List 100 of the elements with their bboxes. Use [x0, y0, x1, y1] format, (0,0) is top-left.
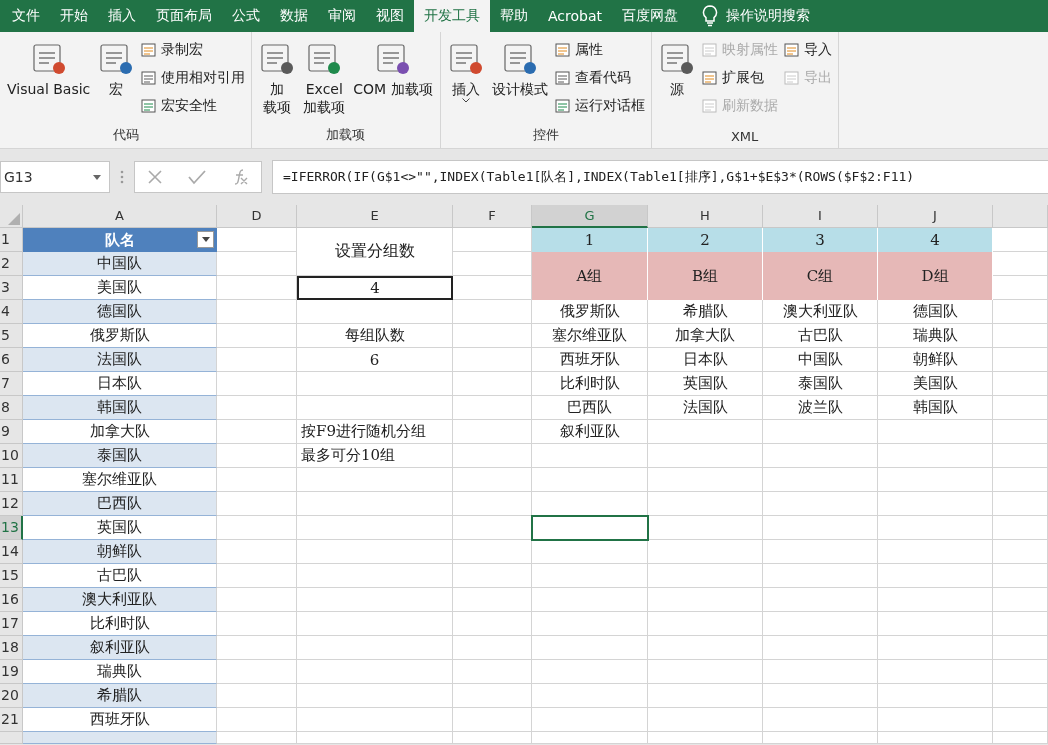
table-cell: 泰国队 — [23, 444, 217, 468]
ribbon-button[interactable]: 使用相对引用 — [139, 66, 248, 90]
formula-field[interactable]: =IFERROR(IF(G$1<>"",INDEX(Table1[队名],INDEX(Table1[排序],G$1+$E$3*(ROWS($F$2:F11) — [272, 160, 1048, 194]
row-header[interactable]: 11 — [0, 468, 23, 492]
table-cell: 波兰队 — [763, 396, 878, 420]
grid-cell — [993, 372, 1048, 396]
row-header[interactable]: 2 — [0, 252, 23, 276]
ribbon-button[interactable]: Excel 加载项 — [300, 36, 349, 126]
grid-cell — [993, 468, 1048, 492]
column-header[interactable]: I — [763, 205, 878, 228]
ribbon-button[interactable]: 加 载项 — [256, 36, 299, 126]
column-header[interactable]: H — [648, 205, 763, 228]
row-header[interactable]: 7 — [0, 372, 23, 396]
ribbon-tab[interactable]: 插入 — [98, 0, 146, 32]
table-cell: 泰国队 — [763, 372, 878, 396]
ribbon-button[interactable]: Visual Basic — [4, 36, 94, 126]
table-cell: 俄罗斯队 — [532, 300, 648, 324]
tool-icon — [701, 70, 718, 86]
table-cell: 比利时队 — [532, 372, 648, 396]
ribbon-button[interactable]: 属性 — [552, 38, 647, 62]
tool-icon — [554, 70, 571, 86]
ribbon-tab[interactable]: 审阅 — [318, 0, 366, 32]
tool-icon — [141, 70, 158, 86]
ribbon-tab[interactable]: 百度网盘 — [612, 0, 688, 32]
ribbon-button[interactable]: 设计模式 — [488, 36, 551, 126]
column-header[interactable]: G — [532, 205, 648, 228]
search-hint[interactable]: 操作说明搜索 — [726, 7, 810, 25]
ribbon-button[interactable]: 插入 — [444, 36, 487, 126]
ribbon-button[interactable]: 源 — [655, 36, 698, 129]
table-cell: 希腊队 — [648, 300, 763, 324]
row-header[interactable]: 6 — [0, 348, 23, 372]
cancel-icon[interactable] — [147, 169, 164, 185]
row-header[interactable]: 3 — [0, 276, 23, 300]
ribbon-button[interactable]: 扩展包 — [699, 66, 780, 90]
row-header[interactable] — [0, 732, 23, 744]
row-header[interactable]: 9 — [0, 420, 23, 444]
ribbon-tab[interactable]: 视图 — [366, 0, 414, 32]
table-cell: 塞尔维亚队 — [532, 324, 648, 348]
row-header[interactable]: 20 — [0, 684, 23, 708]
ribbon-button[interactable]: 查看代码 — [552, 66, 647, 90]
ribbon-tab[interactable]: Acrobat — [538, 0, 612, 32]
row-header[interactable]: 19 — [0, 660, 23, 684]
ribbon-button[interactable]: 导入 — [781, 38, 834, 62]
row-header[interactable]: 13 — [0, 516, 23, 540]
table-cell: 巴西队 — [23, 492, 217, 516]
row-header[interactable]: 4 — [0, 300, 23, 324]
ribbon-button[interactable]: 录制宏 — [139, 38, 248, 62]
drag-handle-icon[interactable] — [120, 169, 124, 185]
ribbon-tab[interactable]: 文件 — [2, 0, 50, 32]
table-cell: 最多可分10组 — [297, 444, 453, 468]
column-header[interactable]: J — [878, 205, 993, 228]
group-label: 控件 — [531, 126, 560, 144]
ribbon-tab[interactable]: 数据 — [270, 0, 318, 32]
row-header[interactable]: 1 — [0, 228, 23, 252]
caret-icon — [93, 174, 101, 180]
row-header[interactable]: 15 — [0, 564, 23, 588]
group-label: 代码 — [111, 126, 140, 144]
table-cell: 韩国队 — [878, 396, 993, 420]
filter-button[interactable] — [197, 231, 214, 248]
tool-icon — [658, 42, 695, 76]
column-header[interactable]: F — [453, 205, 532, 228]
ribbon-tab[interactable]: 开始 — [50, 0, 98, 32]
tool-icon — [783, 42, 800, 58]
ribbon-button[interactable]: 宏 — [95, 36, 138, 126]
check-icon[interactable] — [188, 169, 206, 185]
column-header[interactable] — [993, 205, 1048, 228]
table-cell: 日本队 — [648, 348, 763, 372]
row-header[interactable]: 8 — [0, 396, 23, 420]
ribbon-tab[interactable]: 页面布局 — [146, 0, 222, 32]
table-cell: 2 — [648, 228, 763, 252]
table-cell: 巴西队 — [532, 396, 648, 420]
row-header[interactable]: 16 — [0, 588, 23, 612]
table-cell: 西班牙队 — [532, 348, 648, 372]
row-header[interactable]: 5 — [0, 324, 23, 348]
table-cell: 中国队 — [763, 348, 878, 372]
column-header[interactable]: D — [217, 205, 297, 228]
table-cell: A组 — [532, 252, 648, 300]
row-header[interactable]: 18 — [0, 636, 23, 660]
row-header[interactable]: 17 — [0, 612, 23, 636]
input-cell[interactable]: 4 — [297, 276, 453, 300]
ribbon-button[interactable]: 运行对话框 — [552, 94, 647, 118]
row-header[interactable]: 12 — [0, 492, 23, 516]
ribbon-button[interactable]: COM 加载项 — [350, 36, 436, 126]
row-header[interactable]: 21 — [0, 708, 23, 732]
selected-cell[interactable] — [531, 515, 649, 541]
tool-icon — [447, 42, 484, 76]
ribbon-tab[interactable]: 开发工具 — [414, 0, 490, 32]
grid-cell — [993, 708, 1048, 732]
column-header[interactable]: A — [23, 205, 217, 228]
column-header[interactable]: E — [297, 205, 453, 228]
ribbon-tab[interactable]: 公式 — [222, 0, 270, 32]
grid-cell — [993, 492, 1048, 516]
ribbon-tab[interactable]: 帮助 — [490, 0, 538, 32]
row-header[interactable]: 10 — [0, 444, 23, 468]
name-box[interactable]: G13 — [0, 161, 110, 193]
table-cell: 希腊队 — [23, 684, 217, 708]
row-header[interactable]: 14 — [0, 540, 23, 564]
ribbon-button[interactable]: 宏安全性 — [139, 94, 248, 118]
table-cell: 叙利亚队 — [23, 636, 217, 660]
select-all-corner[interactable] — [0, 205, 23, 228]
